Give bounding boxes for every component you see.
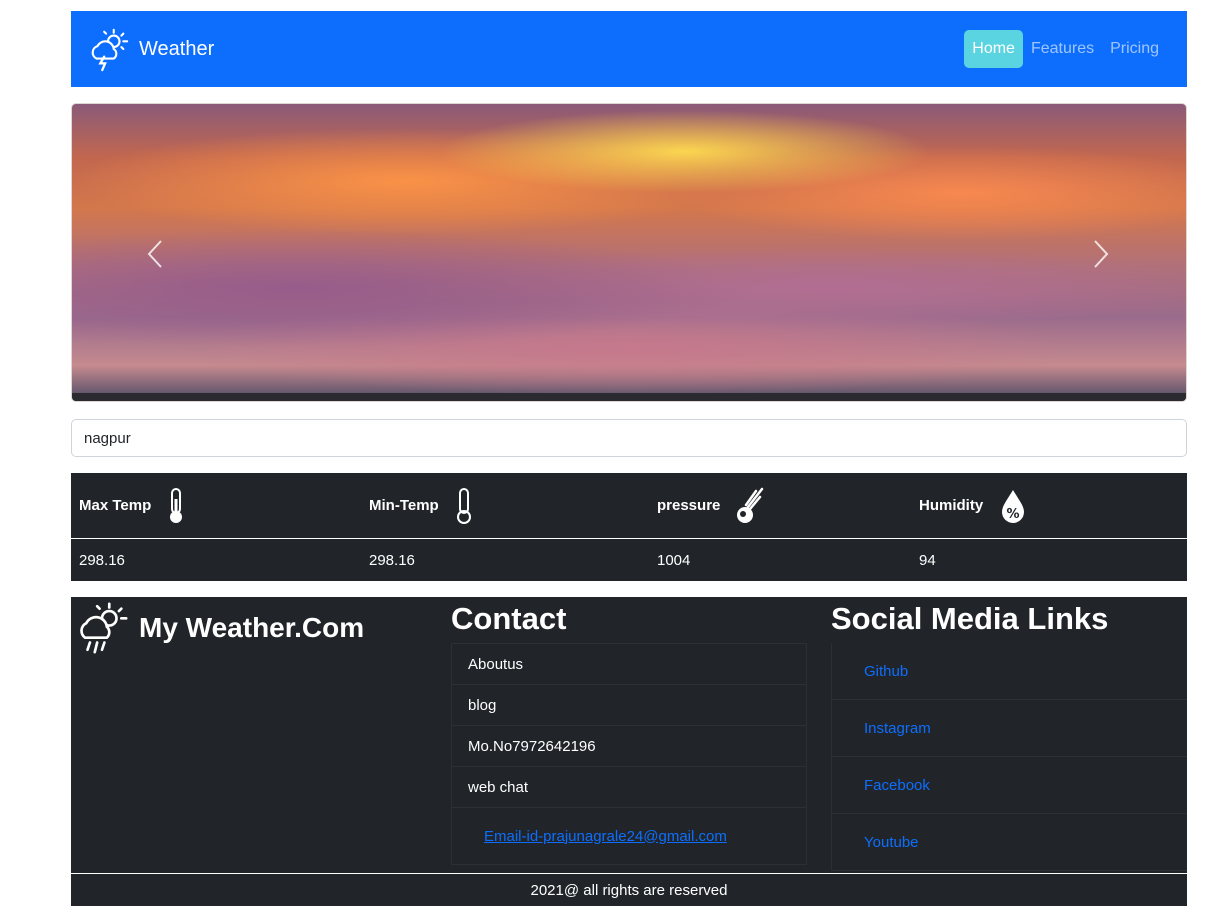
table-header-row: Max Temp Min-Temp pressure Humidity %: [71, 473, 1187, 539]
contact-list: Aboutus blog Mo.No7972642196 web chat Em…: [451, 643, 807, 865]
contact-heading: Contact: [451, 601, 567, 636]
carousel-prev-button[interactable]: [140, 236, 170, 272]
thermometer-icon: [167, 487, 185, 525]
chevron-right-icon: [1094, 240, 1109, 268]
nav-features[interactable]: Features: [1023, 30, 1102, 68]
facebook-link[interactable]: Facebook: [864, 777, 930, 794]
email-item: Email-id-prajunagrale24@gmail.com: [452, 808, 806, 864]
thunderstorm-sun-icon: [80, 602, 128, 654]
social-heading: Social Media Links: [831, 601, 1109, 636]
table-row: 298.16 298.16 1004 94: [71, 540, 1187, 581]
header-humidity: Humidity %: [919, 473, 1027, 538]
list-item: Mo.No7972642196: [452, 726, 806, 767]
header-pressure: pressure: [657, 473, 764, 538]
chevron-left-icon: [147, 240, 162, 268]
nav-home[interactable]: Home: [964, 30, 1023, 68]
pressure-value: 1004: [657, 552, 691, 569]
horizon-band: [72, 393, 1186, 401]
social-links-list: Github Instagram Facebook Youtube: [831, 643, 1187, 871]
list-item: Instagram: [832, 700, 1187, 757]
city-search-input[interactable]: [71, 419, 1187, 457]
footer-brand-label: My Weather.Com: [139, 612, 365, 643]
github-link[interactable]: Github: [864, 663, 908, 680]
footer-brand: My Weather.Com: [73, 599, 364, 657]
carousel-next-button[interactable]: [1086, 236, 1116, 272]
youtube-link[interactable]: Youtube: [864, 834, 919, 851]
list-item: web chat: [452, 767, 806, 808]
sunset-sky-image: [72, 104, 1186, 401]
header-max-temp: Max Temp: [79, 473, 185, 538]
thermometer-icon: [455, 487, 473, 525]
humidity-icon: %: [999, 488, 1027, 524]
list-item: Github: [832, 643, 1187, 700]
thunderstorm-sun-icon: [91, 28, 129, 72]
footer: My Weather.Com Contact Aboutus blog Mo.N…: [71, 597, 1187, 873]
navbar: Weather Home Features Pricing: [71, 11, 1187, 87]
weather-table: Max Temp Min-Temp pressure Humidity % 29…: [71, 473, 1187, 581]
brand-label: Weather: [139, 37, 215, 60]
list-item: blog: [452, 685, 806, 726]
max-temp-value: 298.16: [79, 552, 125, 569]
meteor-icon: [736, 487, 764, 525]
min-temp-value: 298.16: [369, 552, 415, 569]
image-carousel: [71, 103, 1187, 402]
copyright-bar: 2021@ all rights are reserved: [71, 874, 1187, 906]
email-link[interactable]: Email-id-prajunagrale24@gmail.com: [484, 828, 727, 845]
header-label: pressure: [657, 497, 721, 514]
humidity-value: 94: [919, 552, 936, 569]
header-min-temp: Min-Temp: [369, 473, 473, 538]
nav-pricing[interactable]: Pricing: [1102, 30, 1167, 68]
svg-text:%: %: [1007, 507, 1020, 522]
header-label: Humidity: [919, 497, 984, 514]
nav-links: Home Features Pricing: [964, 30, 1167, 68]
instagram-link[interactable]: Instagram: [864, 720, 931, 737]
city-search: [71, 419, 1187, 457]
navbar-brand[interactable]: Weather: [85, 26, 214, 72]
copyright-text: 2021@ all rights are reserved: [530, 881, 728, 899]
list-item: Aboutus: [452, 644, 806, 685]
header-label: Min-Temp: [369, 497, 439, 514]
list-item: Youtube: [832, 814, 1187, 871]
list-item: Facebook: [832, 757, 1187, 814]
header-label: Max Temp: [79, 497, 152, 514]
